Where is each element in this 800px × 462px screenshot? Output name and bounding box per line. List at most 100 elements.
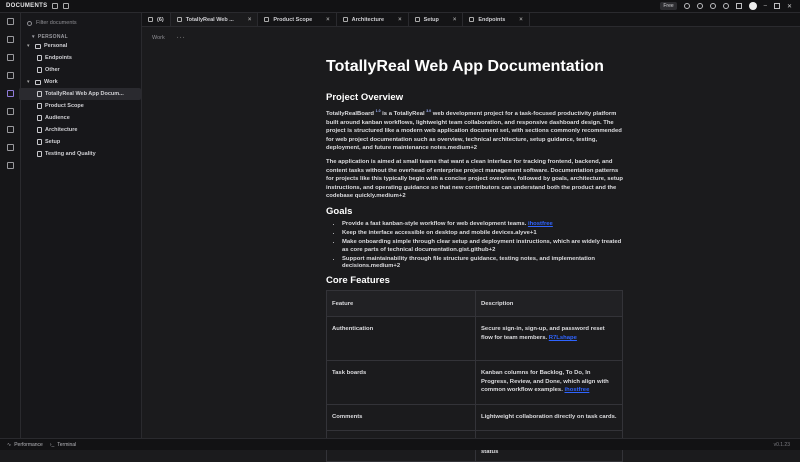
files-icon[interactable] [7, 18, 14, 25]
table-row: Authentication Secure sign-in, sign-up, a… [326, 316, 623, 362]
table-row: Task boards Kanban columns for Backlog, T… [326, 360, 623, 406]
goals-heading: Goals [326, 205, 353, 217]
overview-paragraph-2: The application is aimed at small teams … [326, 158, 624, 200]
settings-icon[interactable] [696, 3, 703, 9]
filter-documents-input[interactable]: Filter documents [27, 16, 135, 30]
citation[interactable]: 1.0 [376, 109, 381, 113]
more-options-icon[interactable]: ··· [177, 35, 186, 41]
document-icon [414, 17, 420, 22]
document-icon [176, 17, 182, 22]
document-sidebar: Filter documents ▾ PERSONAL ▾ Personal Endp… [19, 13, 142, 438]
document-title: TotallyReal Web App Documentation [326, 58, 604, 75]
feature-cell: Authentication [326, 316, 476, 362]
document-item[interactable]: Setup [19, 136, 141, 148]
tab[interactable]: (6) [142, 13, 171, 26]
chat-icon[interactable] [7, 108, 14, 115]
title-bar: DOCUMENTS Free – ✕ [0, 0, 800, 13]
tab[interactable]: Architecture × [337, 13, 409, 26]
folder-icon [35, 43, 41, 49]
document-icon [37, 139, 42, 145]
tab-label: Product Scope [273, 16, 313, 23]
git-icon[interactable] [7, 72, 14, 79]
document-item[interactable]: Testing and Quality [19, 148, 141, 160]
document-item[interactable]: Architecture [19, 124, 141, 136]
tree-item-label: Product Scope [45, 103, 84, 109]
document-icon [37, 151, 42, 157]
document-icon [37, 55, 42, 61]
goal-item: Make onboarding simple through clear set… [342, 239, 626, 255]
folder-item[interactable]: ▾ Work [19, 76, 141, 88]
document-icon [37, 127, 42, 133]
document-icon [37, 91, 42, 97]
close-tab-icon[interactable]: × [453, 17, 457, 23]
close-tab-icon[interactable]: × [398, 17, 402, 23]
tab[interactable]: Endpoints × [463, 13, 530, 26]
chevron-down-icon[interactable]: ▾ [27, 43, 32, 49]
chevron-down-icon: ▾ [32, 34, 35, 40]
version-label: v0.1.23 [773, 441, 790, 448]
database-icon[interactable] [7, 54, 14, 61]
document-icon [264, 17, 270, 22]
notifications-icon[interactable] [709, 3, 716, 9]
graph-icon[interactable] [683, 3, 690, 9]
breadcrumb-item[interactable]: Work [152, 35, 165, 41]
table-header: Feature [326, 290, 476, 318]
document-item[interactable]: Other [19, 64, 141, 76]
document-icon [469, 17, 475, 22]
document-item[interactable]: Audience [19, 112, 141, 124]
tab-label: Endpoints [478, 16, 506, 23]
tab-label: (6) [157, 16, 164, 23]
performance-button[interactable]: ∿ Performance [7, 442, 43, 448]
description-cell: Lightweight collaboration directly on ta… [475, 404, 623, 432]
feature-cell: Task boards [326, 360, 476, 406]
lock-icon[interactable] [7, 126, 14, 133]
tree-item-label: Personal [44, 43, 68, 49]
new-document-icon[interactable] [52, 3, 59, 9]
tab[interactable]: Setup × [409, 13, 464, 26]
terminal-button[interactable]: ›_ Terminal [50, 442, 76, 448]
terminal-icon[interactable] [7, 162, 14, 169]
goal-item: Support maintainability through file str… [342, 256, 626, 272]
minimize-icon[interactable]: – [764, 3, 767, 9]
close-tab-icon[interactable]: × [519, 17, 523, 23]
search-icon [27, 20, 32, 26]
new-folder-icon[interactable] [63, 3, 70, 9]
tab[interactable]: TotallyReal Web ... × [170, 13, 259, 26]
avatar[interactable] [748, 2, 757, 10]
goals-list: Provide a fast kanban-style workflow for… [342, 221, 626, 271]
chevron-down-icon[interactable]: ▾ [27, 79, 32, 85]
document-icon [37, 67, 42, 73]
history-icon[interactable] [7, 36, 14, 43]
pulse-icon: ∿ [7, 441, 12, 448]
citation-link[interactable]: R7Lshape [549, 335, 577, 341]
folder-item[interactable]: ▾ Personal [19, 40, 141, 52]
document-icon [37, 115, 42, 121]
sync-icon[interactable] [722, 3, 729, 9]
layout-icon[interactable] [735, 3, 742, 9]
citation-link[interactable]: ihostfree [564, 387, 589, 393]
tree-item-label: Architecture [45, 127, 78, 133]
document-content: TotallyReal Web App Documentation Projec… [326, 58, 626, 462]
document-icon [37, 103, 42, 109]
table-row: Comments Lightweight collaboration direct… [326, 404, 623, 432]
citation-link[interactable]: ihostfree [528, 221, 553, 227]
document-icon [342, 17, 348, 22]
tab-label: Architecture [351, 16, 385, 23]
plan-badge[interactable]: Free [660, 2, 677, 10]
close-tab-icon[interactable]: × [326, 17, 330, 23]
description-cell: Secure sign-in, sign-up, and password re… [475, 316, 623, 362]
server-icon[interactable] [7, 144, 14, 151]
tree-item-label: Testing and Quality [45, 151, 96, 157]
overview-heading: Project Overview [326, 92, 404, 103]
document-item[interactable]: Endpoints [19, 52, 141, 64]
maximize-icon[interactable] [773, 3, 780, 9]
activity-rail [0, 13, 21, 438]
features-heading: Core Features [326, 275, 390, 287]
close-window-icon[interactable]: ✕ [787, 3, 792, 10]
document-item[interactable]: Product Scope [19, 100, 141, 112]
tab[interactable]: Product Scope × [258, 13, 337, 26]
close-tab-icon[interactable]: × [248, 17, 252, 23]
tree-item-label: TotallyReal Web App Docum... [45, 91, 124, 97]
documents-icon[interactable] [7, 90, 14, 97]
document-item[interactable]: TotallyReal Web App Docum... [19, 88, 141, 100]
